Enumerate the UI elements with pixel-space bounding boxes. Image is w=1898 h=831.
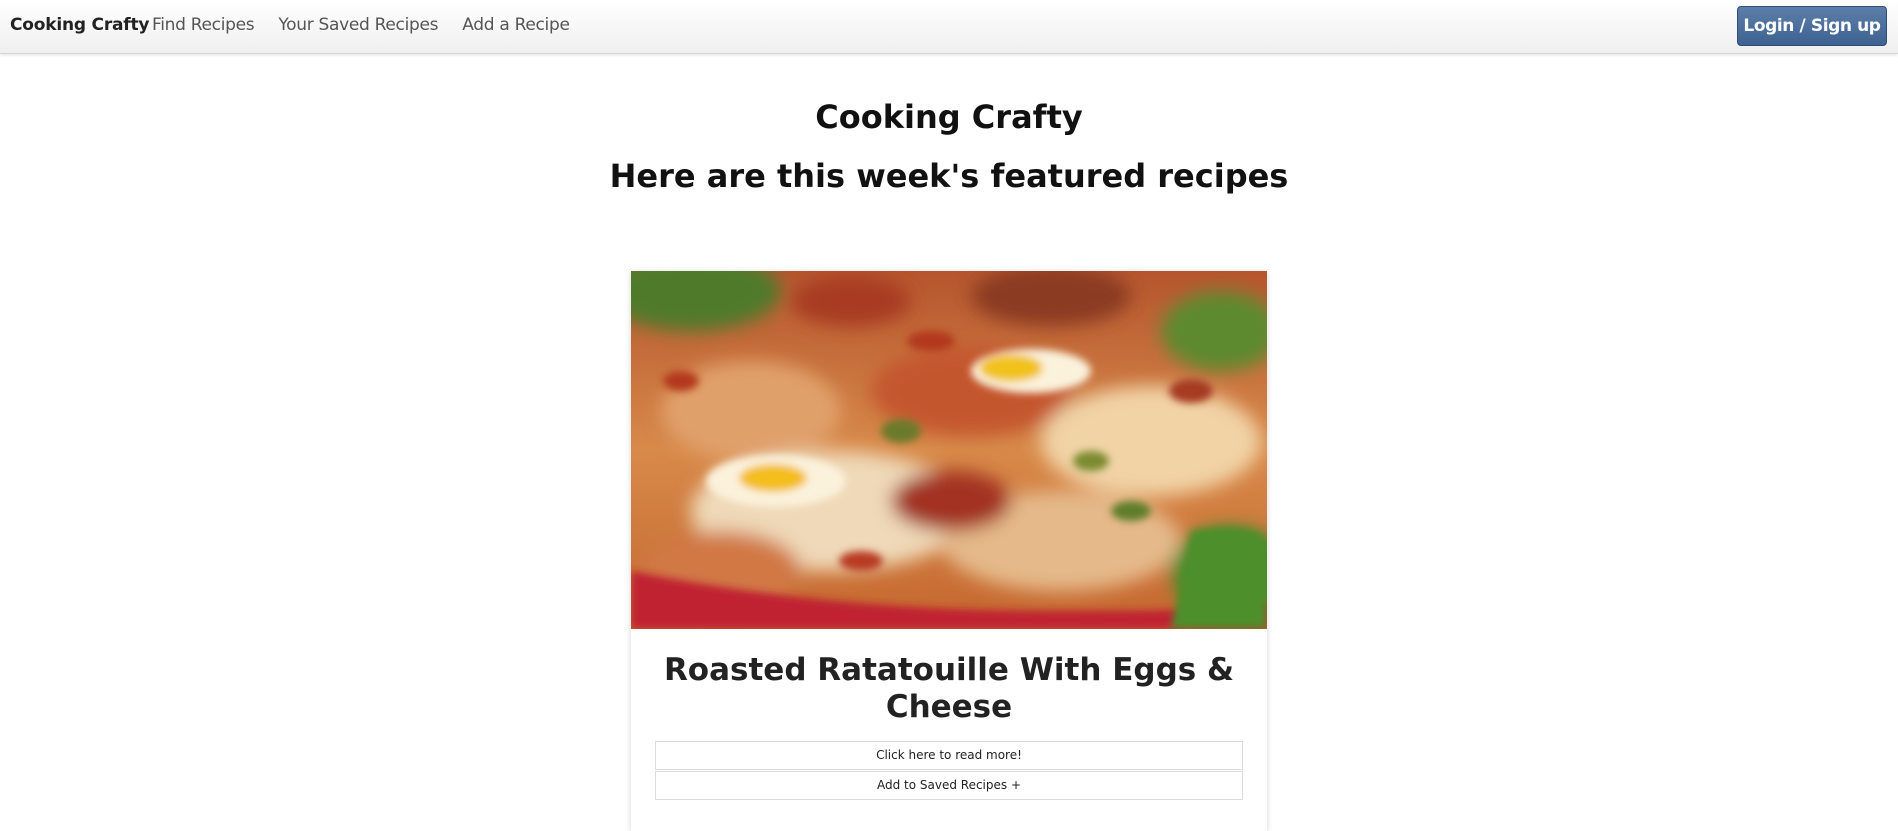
recipe-photo (631, 271, 1267, 629)
nav-links: Find Recipes Your Saved Recipes Add a Re… (152, 15, 570, 35)
nav-find-recipes[interactable]: Find Recipes (152, 15, 255, 35)
top-navbar: Cooking Crafty Find Recipes Your Saved R… (0, 0, 1898, 54)
add-to-saved-button[interactable]: Add to Saved Recipes + (655, 771, 1243, 800)
page-title: Cooking Crafty (815, 98, 1083, 136)
brand-link[interactable]: Cooking Crafty (10, 15, 149, 35)
recipe-title[interactable]: Roasted Ratatouille With Eggs & Cheese (651, 652, 1247, 726)
recipe-image (631, 271, 1267, 629)
featured-heading: Here are this week's featured recipes (609, 157, 1289, 195)
nav-saved-recipes[interactable]: Your Saved Recipes (278, 15, 438, 35)
recipe-card: Roasted Ratatouille With Eggs & Cheese C… (631, 271, 1267, 831)
read-more-button[interactable]: Click here to read more! (655, 741, 1243, 770)
login-signup-button[interactable]: Login / Sign up (1737, 6, 1887, 46)
nav-add-recipe[interactable]: Add a Recipe (462, 15, 570, 35)
